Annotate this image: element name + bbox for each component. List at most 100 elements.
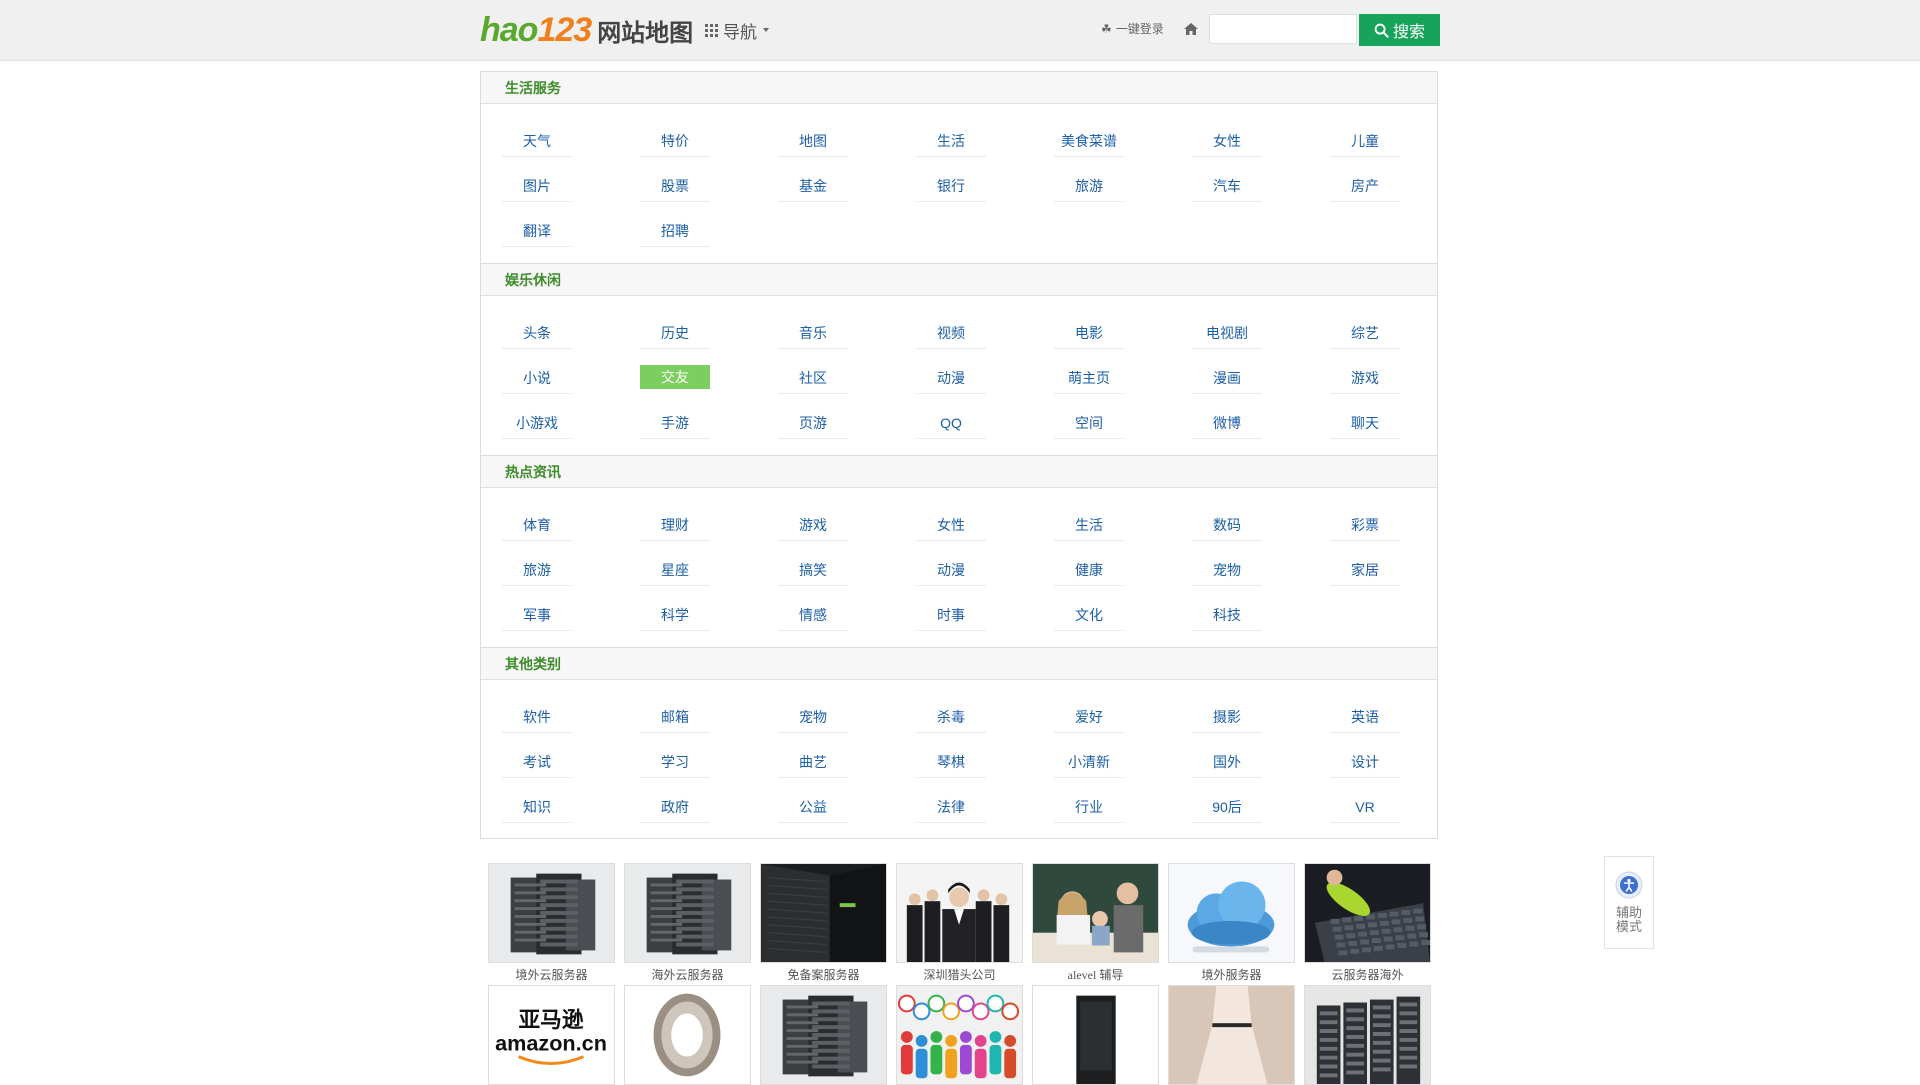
category-link[interactable]: 旅游 [1054, 171, 1124, 202]
category-link[interactable]: 摄影 [1192, 702, 1262, 733]
category-link[interactable]: 图片 [502, 171, 572, 202]
image-ad-caption[interactable]: 云服务器海外 [1331, 966, 1403, 983]
category-link[interactable]: 社区 [778, 363, 848, 394]
category-link[interactable]: 招聘 [640, 216, 710, 247]
category-link[interactable]: 基金 [778, 171, 848, 202]
category-link[interactable]: 琴棋 [916, 747, 986, 778]
image-ad-card[interactable] [1304, 985, 1431, 1085]
category-link[interactable]: 宠物 [778, 702, 848, 733]
category-link[interactable]: 旅游 [502, 555, 572, 586]
image-ad-caption[interactable]: alevel 辅导 [1068, 966, 1124, 983]
category-link[interactable]: 儿童 [1330, 126, 1400, 157]
image-ad-card[interactable]: 海外云服务器 [624, 863, 751, 983]
category-link[interactable]: 国外 [1192, 747, 1262, 778]
category-link[interactable]: 数码 [1192, 510, 1262, 541]
category-link[interactable]: 理财 [640, 510, 710, 541]
category-link[interactable]: 音乐 [778, 318, 848, 349]
category-link[interactable]: 萌主页 [1054, 363, 1124, 394]
category-link[interactable]: 天气 [502, 126, 572, 157]
category-link[interactable]: 房产 [1330, 171, 1400, 202]
category-link[interactable]: 翻译 [502, 216, 572, 247]
category-link[interactable]: 90后 [1192, 792, 1262, 823]
category-link[interactable]: 法律 [916, 792, 986, 823]
category-link[interactable]: 视频 [916, 318, 986, 349]
category-link[interactable]: 历史 [640, 318, 710, 349]
image-ad-card[interactable] [624, 985, 751, 1085]
image-ad-caption[interactable]: 境外服务器 [1201, 966, 1261, 983]
image-ad-card[interactable]: alevel 辅导 [1032, 863, 1159, 983]
category-link[interactable]: 爱好 [1054, 702, 1124, 733]
hao123-logo[interactable]: hao123 网站地图 [480, 10, 693, 50]
image-ad-caption[interactable]: 海外云服务器 [651, 966, 723, 983]
image-ad-caption[interactable]: 境外云服务器 [515, 966, 587, 983]
search-input[interactable] [1209, 14, 1357, 44]
category-link[interactable]: 文化 [1054, 600, 1124, 631]
category-link[interactable]: 银行 [916, 171, 986, 202]
category-link[interactable]: 宠物 [1192, 555, 1262, 586]
category-link[interactable]: 考试 [502, 747, 572, 778]
category-link[interactable]: 健康 [1054, 555, 1124, 586]
category-link[interactable]: 星座 [640, 555, 710, 586]
category-link[interactable]: 空间 [1054, 408, 1124, 439]
image-ad-card[interactable]: 深圳猎头公司 [896, 863, 1023, 983]
category-link[interactable]: 情感 [778, 600, 848, 631]
category-link[interactable]: 时事 [916, 600, 986, 631]
category-link[interactable]: 手游 [640, 408, 710, 439]
category-link[interactable]: 动漫 [916, 555, 986, 586]
category-link[interactable]: 知识 [502, 792, 572, 823]
category-link[interactable]: 搞笑 [778, 555, 848, 586]
image-ad-card[interactable] [760, 985, 887, 1085]
category-link[interactable]: 游戏 [778, 510, 848, 541]
category-link[interactable]: 微博 [1192, 408, 1262, 439]
category-link[interactable]: 体育 [502, 510, 572, 541]
category-link[interactable]: QQ [916, 408, 986, 439]
category-link[interactable]: 游戏 [1330, 363, 1400, 394]
category-link[interactable]: 英语 [1330, 702, 1400, 733]
image-ad-card[interactable]: 境外云服务器 [488, 863, 615, 983]
category-link[interactable]: 学习 [640, 747, 710, 778]
category-link[interactable]: 聊天 [1330, 408, 1400, 439]
category-link[interactable]: VR [1330, 792, 1400, 823]
category-link[interactable]: 美食菜谱 [1054, 126, 1124, 157]
image-ad-card[interactable]: 亚马逊 amazon.cn [488, 985, 615, 1085]
category-link[interactable]: 小游戏 [502, 408, 572, 439]
image-ad-card[interactable]: 免备案服务器 [760, 863, 887, 983]
category-link[interactable]: 女性 [1192, 126, 1262, 157]
category-link[interactable]: 生活 [916, 126, 986, 157]
category-link[interactable]: 设计 [1330, 747, 1400, 778]
category-link[interactable]: 头条 [502, 318, 572, 349]
category-link[interactable]: 软件 [502, 702, 572, 733]
image-ad-card[interactable] [1168, 985, 1295, 1085]
category-link[interactable]: 科学 [640, 600, 710, 631]
image-ad-caption[interactable]: 深圳猎头公司 [923, 966, 995, 983]
image-ad-card[interactable] [1032, 985, 1159, 1085]
category-link[interactable]: 特价 [640, 126, 710, 157]
category-link[interactable]: 电影 [1054, 318, 1124, 349]
category-link[interactable]: 女性 [916, 510, 986, 541]
category-link[interactable]: 军事 [502, 600, 572, 631]
image-ad-caption[interactable]: 免备案服务器 [787, 966, 859, 983]
image-ad-card[interactable] [896, 985, 1023, 1085]
category-link[interactable]: 交友 [640, 365, 710, 389]
category-link[interactable]: 家居 [1330, 555, 1400, 586]
search-button[interactable]: 搜索 [1359, 14, 1440, 46]
category-link[interactable]: 公益 [778, 792, 848, 823]
category-link[interactable]: 小说 [502, 363, 572, 394]
category-link[interactable]: 动漫 [916, 363, 986, 394]
nav-dropdown[interactable]: 导航 [705, 18, 769, 42]
category-link[interactable]: 邮箱 [640, 702, 710, 733]
category-link[interactable]: 行业 [1054, 792, 1124, 823]
home-icon[interactable] [1183, 21, 1199, 37]
accessibility-mode-button[interactable]: 辅助模式 [1604, 856, 1654, 949]
category-link[interactable]: 小清新 [1054, 747, 1124, 778]
one-click-login-link[interactable]: ☘ 一键登录 [1101, 20, 1164, 37]
category-link[interactable]: 生活 [1054, 510, 1124, 541]
category-link[interactable]: 股票 [640, 171, 710, 202]
category-link[interactable]: 地图 [778, 126, 848, 157]
category-link[interactable]: 页游 [778, 408, 848, 439]
category-link[interactable]: 科技 [1192, 600, 1262, 631]
image-ad-card[interactable]: 境外服务器 [1168, 863, 1295, 983]
category-link[interactable]: 杀毒 [916, 702, 986, 733]
category-link[interactable]: 电视剧 [1192, 318, 1262, 349]
category-link[interactable]: 汽车 [1192, 171, 1262, 202]
